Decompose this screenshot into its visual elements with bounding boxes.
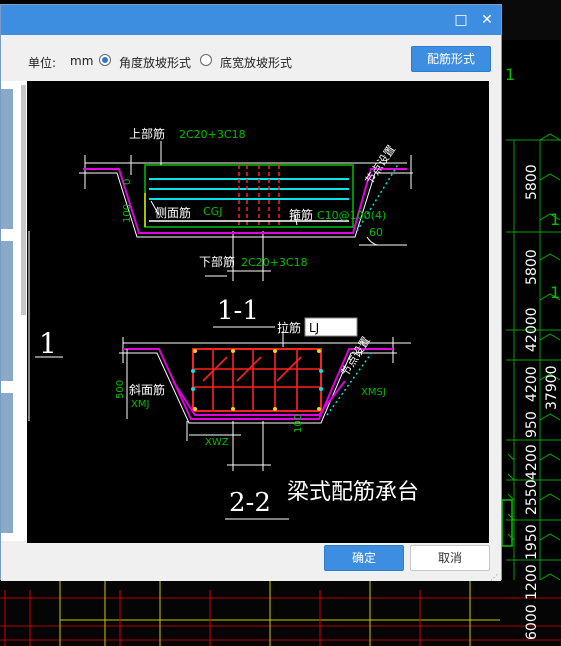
close-icon[interactable]: ✕	[477, 10, 497, 30]
side-rebar-label: 侧面筋	[155, 205, 191, 220]
cad-dim-label: 4200	[524, 366, 540, 402]
list-item[interactable]	[1, 241, 13, 381]
cad-dim-label: 5800	[524, 249, 540, 285]
radio-bottom-width-slope[interactable]	[200, 54, 212, 66]
rebar-settings-dialog: □ ✕ 单位: mm 角度放坡形式 底宽放坡形式 配筋形式 1 60 上部筋 2…	[0, 4, 502, 582]
cad-dim-label: 950	[524, 411, 540, 438]
radio-bottom-width-slope-label[interactable]: 底宽放坡形式	[220, 54, 292, 71]
top-rebar-value: 2C20+3C18	[179, 128, 246, 141]
cad-side-label: 1	[550, 210, 560, 229]
cad-dim-label: 42000	[524, 307, 540, 352]
section-title-2-2: 2-2	[229, 488, 271, 518]
cad-dim-label: 1950	[524, 524, 540, 560]
cad-dim-label: 4200	[524, 444, 540, 480]
cad-dim-label: 2550	[524, 479, 540, 515]
slope-angle-value: 60	[369, 226, 383, 239]
bottom-rebar-label: 下部筋	[199, 254, 235, 269]
dialog-titlebar[interactable]: □ ✕	[1, 5, 501, 35]
top-rebar-label: 上部筋	[129, 126, 165, 141]
list-item[interactable]	[1, 89, 13, 229]
dialog-footer: 确定 取消 ⋰	[1, 543, 501, 582]
cad-side-label: 1	[505, 65, 515, 84]
bottom-rebar-value: 2C20+3C18	[241, 256, 308, 269]
left-dim-0: 0	[122, 179, 133, 185]
cad-dim-label: 37900	[544, 365, 560, 410]
radio-angle-slope[interactable]	[99, 54, 111, 66]
side-rebar-value: CGJ	[203, 205, 222, 218]
slant-rebar-left-value: XMJ	[131, 399, 149, 410]
slant-rebar-right-value: XMSJ	[361, 387, 386, 398]
radio-angle-slope-label[interactable]: 角度放坡形式	[119, 54, 191, 71]
resize-grip-icon[interactable]: ⋰	[490, 573, 498, 582]
dialog-toolbar: 单位: mm 角度放坡形式 底宽放坡形式 配筋形式	[1, 35, 501, 79]
section-title-1-1: 1-1	[217, 296, 259, 326]
stirrup-label: 箍筋	[289, 207, 313, 222]
cad-dim-label: 6000	[524, 604, 540, 640]
diagram-caption: 梁式配筋承台	[287, 480, 419, 505]
left-section-label: 1	[39, 327, 57, 360]
unit-label: 单位:	[28, 56, 57, 70]
ok-button[interactable]: 确定	[324, 545, 404, 571]
list-item[interactable]	[1, 393, 13, 533]
slant-rebar-label: 斜面筋	[129, 382, 165, 397]
tie-rebar-input-value: LJ	[309, 321, 319, 335]
rebar-form-button[interactable]: 配筋形式	[411, 46, 491, 72]
height-dim: 500	[115, 380, 126, 399]
left-dim-100: 100	[122, 204, 133, 223]
bottom-dim-xwz: XWZ	[205, 437, 229, 448]
cad-side-label: 1	[550, 283, 560, 302]
cad-dim-label: 5800	[524, 164, 540, 200]
vertical-scrollbar[interactable]	[21, 85, 26, 315]
cad-dim-label: 1200	[524, 564, 540, 600]
cancel-button[interactable]: 取消	[410, 545, 490, 571]
rebar-diagram-canvas: 1 60 上部筋 2C20+3C18 侧面筋 CGJ 箍筋 C10@100(4)…	[27, 81, 489, 543]
maximize-icon[interactable]: □	[451, 10, 471, 30]
dim-100: 100	[293, 414, 304, 433]
stirrup-value: C10@100(4)	[317, 209, 386, 222]
tie-rebar-label: 拉筋	[277, 320, 301, 335]
unit-value: mm	[70, 54, 94, 68]
